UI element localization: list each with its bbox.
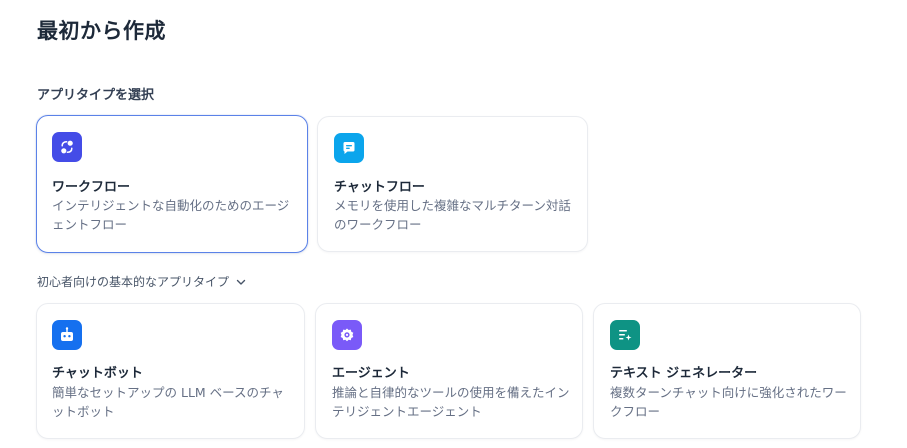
app-type-card-agent[interactable]: エージェント 推論と自律的なツールの使用を備えたインテリジェントエージェント — [315, 303, 583, 439]
app-type-description: インテリジェントな自動化のためのエージェントフロー — [52, 198, 290, 232]
workflow-icon — [52, 132, 82, 162]
app-type-description: 簡単なセットアップの LLM ベースのチャットボット — [52, 385, 284, 419]
app-type-card-chatbot[interactable]: チャットボット 簡単なセットアップの LLM ベースのチャットボット — [36, 303, 305, 439]
app-type-name: テキスト ジェネレーター — [610, 366, 758, 381]
chatflow-icon — [334, 133, 364, 163]
app-type-name: ワークフロー — [52, 180, 131, 195]
app-type-name: チャットボット — [52, 366, 143, 381]
app-type-description: メモリを使用した複雑なマルチターン対話のワークフロー — [334, 198, 571, 232]
basic-app-types-label: 初心者向けの基本的なアプリタイプ — [37, 275, 230, 289]
agent-icon — [332, 320, 362, 350]
create-from-scratch-page: 最初から作成 アプリタイプを選択 ワークフロー インテリジェントな自動化のための… — [0, 0, 907, 448]
chevron-down-icon — [235, 276, 247, 288]
app-type-card-chatflow[interactable]: チャットフロー メモリを使用した複雑なマルチターン対話のワークフロー — [317, 116, 588, 252]
app-type-card-workflow[interactable]: ワークフロー インテリジェントな自動化のためのエージェントフロー — [36, 115, 308, 253]
page-title: 最初から作成 — [37, 19, 166, 43]
app-type-name: エージェント — [332, 366, 410, 381]
app-type-card-text-generator[interactable]: テキスト ジェネレーター 複数ターンチャット向けに強化されたワークフロー — [593, 303, 861, 439]
text-generator-icon — [610, 320, 640, 350]
app-type-description: 推論と自律的なツールの使用を備えたインテリジェントエージェント — [332, 385, 570, 419]
app-type-description: 複数ターンチャット向けに強化されたワークフロー — [610, 385, 847, 419]
chatbot-icon — [52, 320, 82, 350]
app-type-section-label: アプリタイプを選択 — [37, 88, 155, 103]
basic-app-types-toggle[interactable]: 初心者向けの基本的なアプリタイプ — [37, 273, 247, 290]
app-type-name: チャットフロー — [334, 180, 425, 195]
